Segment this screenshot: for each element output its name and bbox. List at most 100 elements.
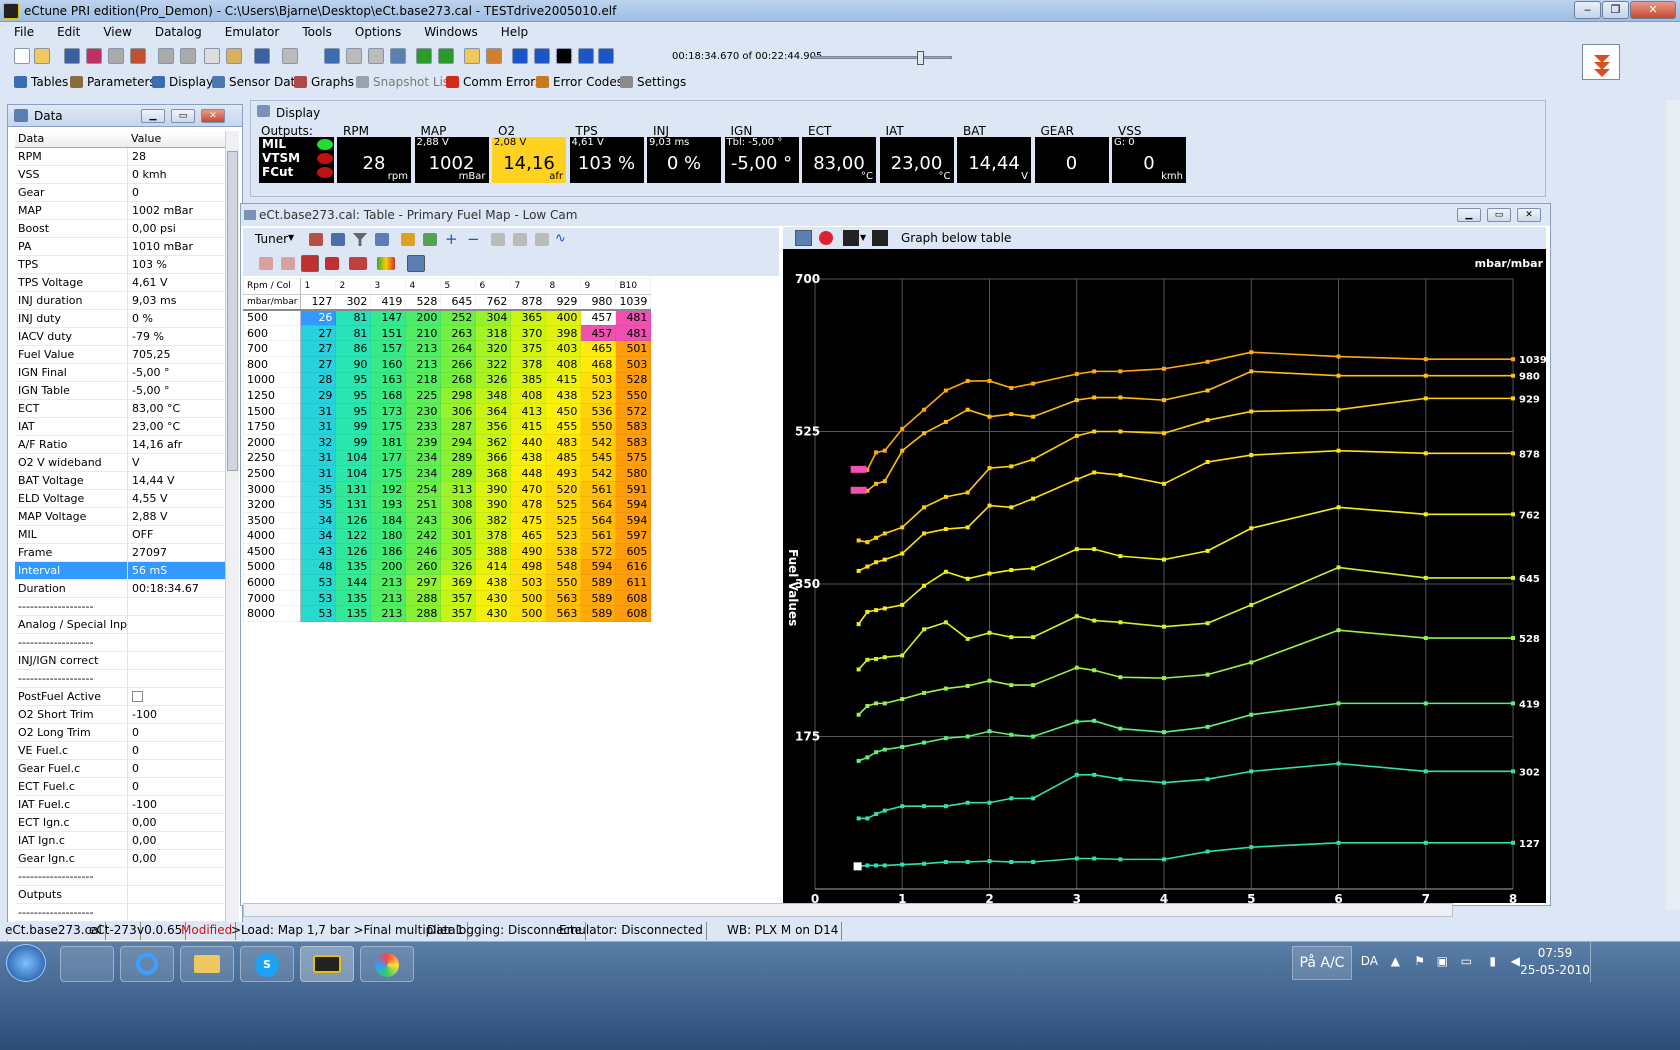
data-point[interactable] [1009, 732, 1014, 737]
col-value-header[interactable]: Value [128, 131, 235, 147]
data-point[interactable] [987, 859, 992, 864]
data-point[interactable] [1336, 448, 1341, 453]
data-point[interactable] [943, 804, 948, 809]
toolbar-snapshot-list[interactable]: Snapshot List [356, 75, 454, 89]
horizontal-scrollbar[interactable] [243, 903, 1453, 917]
folder-open-icon[interactable] [464, 48, 480, 64]
data-point[interactable] [1162, 857, 1166, 862]
fuel-cell[interactable]: 500 [510, 589, 547, 607]
fuel-cell[interactable]: 90 [335, 355, 372, 373]
fuel-cell[interactable]: 318 [475, 324, 512, 342]
data-point[interactable] [922, 583, 927, 588]
data-point[interactable] [1009, 464, 1014, 469]
data-row[interactable]: Fuel Value 705,25 [15, 346, 235, 364]
data-row[interactable]: IGN Table -5,00 ° [15, 382, 235, 400]
wave-icon[interactable]: ∿ [555, 231, 566, 246]
fuel-cell[interactable]: 175 [370, 465, 407, 482]
data-row[interactable]: A/F Ratio 14,16 afr [15, 436, 235, 454]
fuel-cell[interactable]: 481 [615, 309, 652, 326]
row-header[interactable]: 600 [242, 324, 302, 342]
fuel-cell[interactable]: 413 [510, 402, 547, 420]
fuel-cell[interactable]: 438 [510, 449, 547, 467]
camera-icon[interactable] [130, 48, 146, 64]
data-point[interactable] [943, 419, 948, 424]
data-point[interactable] [943, 736, 948, 741]
data-point[interactable] [874, 701, 879, 706]
undo-icon[interactable] [254, 48, 270, 64]
fuel-cell[interactable]: 26 [300, 309, 337, 326]
fuel-cell[interactable]: 589 [580, 574, 617, 591]
data-row[interactable]: Outputs [15, 886, 235, 904]
fuel-cell[interactable]: 306 [440, 511, 477, 529]
fuel-cell[interactable]: 542 [580, 465, 617, 482]
fuel-cell[interactable]: 415 [510, 418, 547, 435]
data-point[interactable] [1031, 381, 1036, 386]
color-scale-icon[interactable] [377, 257, 395, 270]
fuel-cell[interactable]: 357 [440, 589, 477, 607]
data-point[interactable] [882, 808, 887, 813]
toolbar-settings[interactable]: Settings [620, 75, 686, 89]
taskbar-ectune[interactable] [300, 946, 354, 982]
row-header[interactable]: 4000 [242, 527, 302, 545]
data-row[interactable]: ECT Ign.c 0,00 [15, 814, 235, 832]
data-point[interactable] [856, 758, 861, 763]
row-header[interactable]: 2500 [242, 465, 302, 482]
data-point[interactable] [965, 407, 970, 412]
data-point[interactable] [965, 734, 970, 739]
data-point[interactable] [1092, 772, 1097, 777]
row-header[interactable]: 1500 [242, 402, 302, 420]
fuel-cell[interactable]: 583 [615, 433, 652, 451]
disk-icon[interactable] [368, 48, 384, 64]
data-point[interactable] [1423, 769, 1428, 774]
slider-thumb[interactable] [917, 51, 924, 65]
fuel-cell[interactable]: 213 [405, 355, 442, 373]
data-point[interactable] [922, 740, 927, 745]
data-row[interactable]: Gear 0 [15, 184, 235, 202]
data-point[interactable] [882, 448, 887, 453]
fuel-cell[interactable]: 95 [335, 387, 372, 404]
data-point[interactable] [1162, 780, 1166, 785]
row-header[interactable]: 2000 [242, 433, 302, 451]
fuel-cell[interactable]: 414 [475, 558, 512, 576]
clock-date[interactable]: 25-05-2010 [1520, 963, 1590, 977]
data-point[interactable] [882, 606, 887, 611]
data-point[interactable] [1162, 481, 1166, 486]
data-point[interactable] [1031, 566, 1036, 571]
row-header[interactable]: 4500 [242, 543, 302, 560]
pen-icon[interactable] [324, 48, 340, 64]
fuel-cell[interactable]: 200 [370, 558, 407, 576]
data-point[interactable] [1074, 856, 1079, 861]
col-header[interactable]: 762 [475, 293, 512, 311]
col-header[interactable]: 878 [510, 293, 547, 311]
fuel-cell[interactable]: 550 [580, 418, 617, 435]
fuel-cell[interactable]: 31 [300, 449, 337, 467]
row-header[interactable]: 1000 [242, 371, 302, 389]
fuel-cell[interactable]: 561 [580, 527, 617, 545]
data-point[interactable] [1031, 796, 1036, 801]
data-point[interactable] [1092, 547, 1097, 552]
fuel-cell[interactable]: 242 [405, 527, 442, 545]
data-point[interactable] [987, 729, 992, 734]
data-point[interactable] [1092, 718, 1097, 723]
data-point[interactable] [1511, 451, 1515, 456]
data-point[interactable] [1511, 357, 1515, 362]
data-point[interactable] [1249, 602, 1254, 607]
taskbar-folder[interactable] [180, 946, 234, 982]
maximize-button[interactable]: ❐ [1602, 1, 1629, 19]
fuel-cell[interactable]: 483 [545, 433, 582, 451]
graph-mode-icon[interactable] [872, 230, 888, 246]
fuel-cell[interactable]: 35 [300, 496, 337, 513]
data-point[interactable] [1162, 730, 1166, 735]
data-point[interactable] [965, 576, 970, 581]
fuel-cell[interactable]: 294 [440, 433, 477, 451]
data-point[interactable] [1511, 769, 1515, 774]
data-point[interactable] [882, 701, 887, 706]
data-point[interactable] [1423, 701, 1428, 706]
data-point[interactable] [1031, 859, 1036, 864]
row-header[interactable]: 1750 [242, 418, 302, 435]
fuel-cell[interactable]: 523 [580, 387, 617, 404]
menu-options[interactable]: Options [341, 22, 410, 39]
data-row[interactable]: O2 Long Trim 0 [15, 724, 235, 742]
data-row[interactable]: INJ duration 9,03 ms [15, 292, 235, 310]
data-point[interactable] [874, 560, 879, 565]
